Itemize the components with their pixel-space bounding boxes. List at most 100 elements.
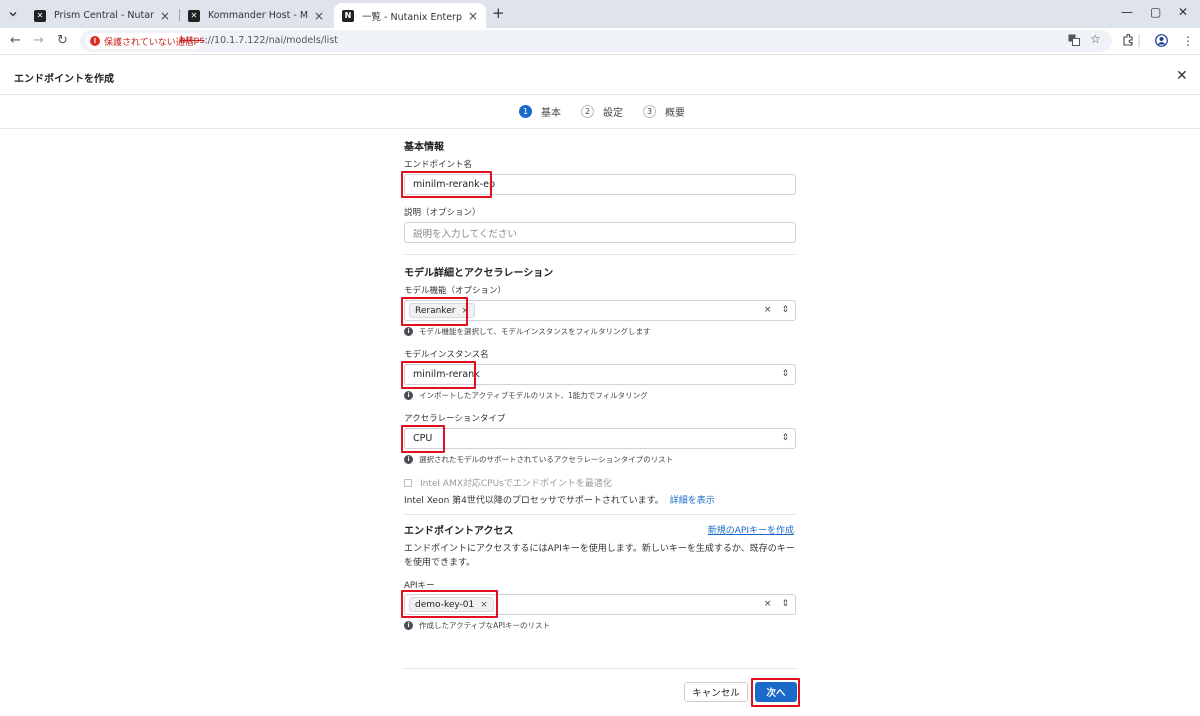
show-details-link[interactable]: 詳細を表示	[670, 496, 715, 506]
section-divider	[404, 514, 796, 515]
close-tab-icon[interactable]: ×	[160, 9, 170, 23]
tab-title: Prism Central - Nutanix	[54, 10, 154, 21]
select-arrows-icon[interactable]: ⇕	[781, 433, 789, 443]
tab-title: 一覧 - Nutanix Enterprise AI	[362, 11, 462, 23]
model-details-heading: モデル詳細とアクセラレーション	[404, 268, 554, 279]
amx-optimize-checkbox[interactable]: Intel AMX対応CPUsでエンドポイントを最適化	[404, 476, 612, 489]
create-new-api-key-link[interactable]: 新規のAPIキーを作成	[708, 523, 794, 536]
select-controls: ⇕	[781, 433, 789, 443]
maximize-window-icon[interactable]: ▢	[1150, 5, 1161, 19]
cancel-button[interactable]: キャンセル	[684, 682, 748, 702]
url-text[interactable]: https://10.1.7.122/nai/models/list	[180, 35, 338, 46]
hint-text: 作成したアクティブなAPIキーのリスト	[419, 621, 551, 630]
model-instance-value: minilm-rerank	[413, 369, 480, 380]
url-path: ://10.1.7.122/nai/models/list	[204, 35, 338, 46]
model-capability-label: モデル機能（オプション）	[404, 286, 507, 296]
browser-toolbar: ← → ↻ ! 保護されていない通信 https://10.1.7.122/na…	[0, 28, 1200, 55]
close-tab-icon[interactable]: ×	[468, 9, 478, 23]
warning-icon: !	[90, 36, 100, 46]
endpoint-name-value: minilm-rerank-ep	[413, 179, 495, 190]
remove-chip-icon[interactable]: ×	[480, 600, 488, 610]
info-icon: i	[404, 391, 413, 400]
capability-chip: Reranker ×	[409, 303, 475, 318]
bookmark-star-icon[interactable]: ☆	[1090, 32, 1101, 46]
url-scheme: https	[180, 35, 205, 46]
browser-tab-kommander-host[interactable]: ✕ Kommander Host - Managemen ×	[180, 3, 332, 28]
select-controls: × ⇕	[764, 599, 789, 609]
model-instance-label: モデルインスタンス名	[404, 350, 489, 360]
profile-avatar-icon[interactable]	[1155, 34, 1168, 50]
endpoint-access-heading: エンドポイントアクセス	[404, 526, 514, 537]
step-number: 2	[581, 105, 594, 118]
amx-note-text: Intel Xeon 第4世代以降のプロセッサでサポートされています。	[404, 496, 664, 506]
browser-tab-strip: ✕ Prism Central - Nutanix × ✕ Kommander …	[0, 0, 1200, 28]
step-label: 概要	[665, 108, 685, 119]
tab-search-chevron-icon[interactable]	[5, 6, 21, 22]
api-key-select[interactable]: demo-key-01 × × ⇕	[404, 594, 796, 615]
step-label: 基本	[541, 108, 561, 119]
tab-title: Kommander Host - Managemen	[208, 10, 308, 21]
step-number: 1	[519, 105, 532, 118]
chip-label: demo-key-01	[415, 599, 475, 610]
forward-arrow-icon[interactable]: →	[33, 33, 44, 48]
dialog-header-divider	[0, 94, 1200, 95]
api-key-label: APIキー	[404, 581, 435, 591]
browser-tab-prism-central[interactable]: ✕ Prism Central - Nutanix ×	[26, 3, 178, 28]
minimize-window-icon[interactable]: —	[1121, 5, 1133, 19]
next-button[interactable]: 次へ	[755, 682, 797, 702]
step-settings[interactable]: 2 設定	[581, 104, 623, 119]
toolbar-divider: |	[1137, 33, 1142, 47]
step-basic[interactable]: 1 基本	[519, 104, 561, 119]
info-icon: i	[404, 455, 413, 464]
extensions-puzzle-icon[interactable]	[1122, 33, 1134, 49]
translate-icon[interactable]	[1068, 34, 1080, 49]
wizard-stepper: 1 基本 2 設定 3 概要	[519, 104, 705, 119]
api-key-chip: demo-key-01 ×	[409, 597, 494, 612]
clear-selection-icon[interactable]: ×	[764, 305, 772, 315]
close-dialog-icon[interactable]: ✕	[1176, 68, 1188, 84]
step-label: 設定	[603, 108, 623, 119]
model-instance-select[interactable]: minilm-rerank ⇕	[404, 364, 796, 385]
description-label: 説明（オプション）	[404, 208, 481, 218]
reload-icon[interactable]: ↻	[57, 33, 68, 48]
nutanix-x-icon: ✕	[34, 9, 46, 22]
api-key-hint: i 作成したアクティブなAPIキーのリスト	[404, 620, 550, 631]
step-summary[interactable]: 3 概要	[643, 104, 685, 119]
nutanix-n-icon: N	[342, 9, 354, 22]
hint-text: モデル機能を選択して、モデルインスタンスをフィルタリングします	[419, 327, 651, 336]
close-window-icon[interactable]: ✕	[1178, 5, 1188, 19]
step-number: 3	[643, 105, 656, 118]
hint-text: 選択されたモデルのサポートされているアクセラレーションタイプのリスト	[419, 455, 674, 464]
new-tab-plus-icon[interactable]: +	[492, 4, 505, 22]
stepper-divider	[0, 128, 1200, 129]
access-description: エンドポイントにアクセスするにはAPIキーを使用します。新しいキーを生成するか、…	[404, 544, 795, 568]
back-arrow-icon[interactable]: ←	[10, 33, 21, 48]
section-divider	[404, 254, 796, 255]
model-capability-select[interactable]: Reranker × × ⇕	[404, 300, 796, 321]
acceleration-type-value: CPU	[413, 433, 433, 444]
address-bar[interactable]: ! 保護されていない通信 https://10.1.7.122/nai/mode…	[80, 30, 1112, 52]
select-controls: ⇕	[781, 369, 789, 379]
checkbox-box[interactable]	[404, 478, 412, 487]
basic-info-heading: 基本情報	[404, 142, 444, 153]
chip-label: Reranker	[415, 305, 456, 316]
hint-text: インポートしたアクティブモデルのリスト、1能力でフィルタリング	[419, 391, 648, 400]
select-arrows-icon[interactable]: ⇕	[781, 305, 789, 315]
close-tab-icon[interactable]: ×	[314, 9, 324, 23]
description-input[interactable]: 説明を入力してください	[404, 222, 796, 243]
select-arrows-icon[interactable]: ⇕	[781, 369, 789, 379]
browser-menu-icon[interactable]: ⋮	[1182, 34, 1194, 48]
endpoint-name-label: エンドポイント名	[404, 160, 473, 170]
endpoint-name-input[interactable]: minilm-rerank-ep	[404, 174, 796, 195]
acceleration-type-select[interactable]: CPU ⇕	[404, 428, 796, 449]
footer-divider	[404, 668, 796, 669]
browser-tab-nutanix-enterprise-ai[interactable]: N 一覧 - Nutanix Enterprise AI ×	[334, 3, 486, 28]
remove-chip-icon[interactable]: ×	[461, 306, 469, 316]
acceleration-type-label: アクセラレーションタイプ	[404, 414, 506, 424]
clear-selection-icon[interactable]: ×	[764, 599, 772, 609]
instance-hint: i インポートしたアクティブモデルのリスト、1能力でフィルタリング	[404, 390, 648, 401]
select-arrows-icon[interactable]: ⇕	[781, 599, 789, 609]
create-endpoint-dialog: エンドポイントを作成 ✕ 1 基本 2 設定 3 概要 基本情報 エンドポイント…	[0, 56, 1200, 716]
checkbox-label: Intel AMX対応CPUsでエンドポイントを最適化	[420, 479, 612, 489]
select-controls: × ⇕	[764, 305, 789, 315]
